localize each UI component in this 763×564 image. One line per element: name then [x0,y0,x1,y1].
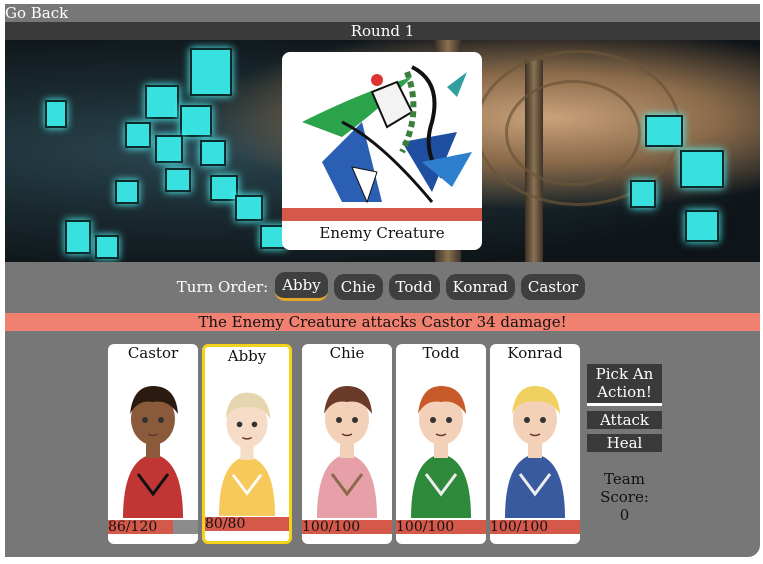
party-member-name: Konrad [507,344,563,362]
party-member-hp-text: 100/100 [490,519,549,535]
party-member-health-bar: 80/80 [205,517,289,531]
party-member-name: Abby [227,347,267,365]
turn-order-todd: Todd [388,273,440,300]
party-member-health-bar: 100/100 [302,520,392,534]
action-panel: Pick An Action! Attack Heal [587,364,662,452]
turn-order-chie: Chie [333,273,383,300]
party-card-todd[interactable]: Todd 100/100 [396,344,486,544]
battle-message: The Enemy Creature attacks Castor 34 dam… [5,313,760,331]
enemy-health-bar [282,208,482,221]
party-card-chie[interactable]: Chie 100/100 [302,344,392,544]
game-frame: Go Back Round 1 Enemy Creature Turn Orde… [5,4,760,557]
party-card-castor[interactable]: Castor 86/120 [108,344,198,544]
party-member-hp-text: 80/80 [205,516,246,532]
party-card-konrad[interactable]: Konrad 100/100 [490,344,580,544]
enemy-name: Enemy Creature [319,224,445,242]
party-member-hp-text: 100/100 [396,519,455,535]
party-member-hp-text: 100/100 [302,519,361,535]
turn-order: Turn Order: Abby Chie Todd Konrad Castor [5,272,760,304]
party-member-name: Chie [329,344,365,362]
pick-action-prompt: Pick An Action! [587,364,662,406]
heal-button[interactable]: Heal [587,434,662,452]
party-member-portrait [123,386,183,518]
attack-button[interactable]: Attack [587,411,662,429]
party-member-health-bar: 100/100 [490,520,580,534]
enemy-card[interactable]: Enemy Creature [282,52,482,250]
team-score: Team Score: 0 [587,470,662,524]
team-score-label: Team Score: [600,470,649,506]
party-member-health-bar: 100/100 [396,520,486,534]
party-member-portrait [505,386,565,518]
party-member-name: Todd [422,344,460,362]
party-member-portrait [219,392,275,516]
go-back-link[interactable]: Go Back [5,4,68,22]
turn-order-konrad: Konrad [445,273,515,300]
turn-order-label: Turn Order: [176,277,269,296]
turn-order-castor: Castor [520,273,586,300]
party-member-name: Castor [127,344,179,362]
round-label: Round 1 [5,22,760,40]
team-score-value: 0 [619,506,630,524]
party-member-hp-text: 86/120 [108,519,158,535]
party-card-abby[interactable]: Abby 80/80 [202,344,292,544]
party-member-health-bar: 86/120 [108,520,198,534]
battle-background: Enemy Creature [5,40,760,262]
turn-order-abby: Abby [275,272,328,301]
party-member-portrait [317,386,377,518]
enemy-creature-image [302,65,472,204]
party-member-portrait [411,386,471,518]
